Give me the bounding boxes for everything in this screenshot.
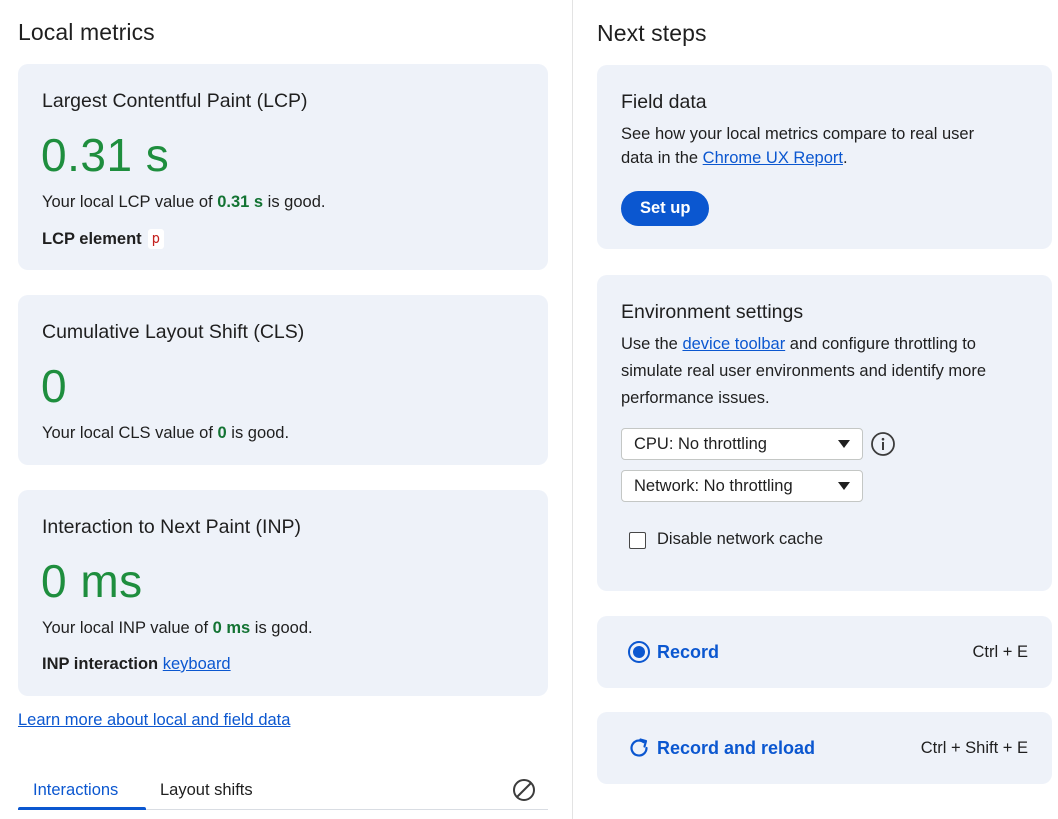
next-steps-title: Next steps bbox=[597, 20, 707, 46]
tab-layout-shifts[interactable]: Layout shifts bbox=[160, 781, 253, 800]
cpu-throttling-select[interactable]: CPU: No throttling bbox=[621, 428, 863, 460]
network-throttling-select[interactable]: Network: No throttling bbox=[621, 470, 863, 502]
clear-icon[interactable] bbox=[512, 778, 536, 802]
cls-card: Cumulative Layout Shift (CLS) 0 Your loc… bbox=[18, 295, 548, 465]
lcp-desc-value: 0.31 s bbox=[217, 193, 264, 211]
record-button[interactable]: Record Ctrl + E bbox=[597, 616, 1052, 688]
lcp-title: Largest Contentful Paint (LCP) bbox=[42, 90, 308, 112]
field-data-card: Field data See how your local metrics co… bbox=[597, 65, 1052, 249]
cpu-throttling-value: CPU: No throttling bbox=[634, 435, 767, 453]
record-icon bbox=[628, 641, 650, 663]
field-data-title: Field data bbox=[621, 91, 707, 113]
lcp-element-tag[interactable]: p bbox=[147, 229, 165, 249]
inp-title: Interaction to Next Paint (INP) bbox=[42, 516, 302, 538]
inp-value: 0 ms bbox=[41, 555, 143, 607]
inp-description: Your local INP value of 0 ms is good. bbox=[42, 619, 313, 637]
disable-cache-label: Disable network cache bbox=[657, 530, 823, 548]
lcp-card: Largest Contentful Paint (LCP) 0.31 s Yo… bbox=[18, 64, 548, 270]
lcp-description: Your local LCP value of 0.31 s is good. bbox=[42, 193, 326, 211]
record-and-reload-label: Record and reload bbox=[657, 738, 816, 758]
chevron-down-icon bbox=[838, 440, 850, 448]
lcp-element-row: LCP element p bbox=[42, 229, 165, 249]
record-and-reload-shortcut: Ctrl + Shift + E bbox=[920, 739, 1028, 757]
disable-cache-checkbox[interactable] bbox=[629, 532, 646, 549]
environment-title: Environment settings bbox=[621, 301, 804, 323]
inp-interaction-label: INP interaction bbox=[42, 655, 159, 673]
inp-desc-value: 0 ms bbox=[212, 619, 251, 637]
environment-settings-card: Environment settings Use the device tool… bbox=[597, 275, 1052, 591]
lcp-value: 0.31 s bbox=[41, 129, 170, 181]
local-metrics-panel: Local metrics Largest Contentful Paint (… bbox=[0, 0, 572, 819]
record-label: Record bbox=[657, 642, 720, 662]
local-metrics-title: Local metrics bbox=[18, 19, 155, 45]
active-tab-indicator bbox=[18, 807, 146, 810]
chrome-ux-report-link[interactable]: Chrome UX Report bbox=[703, 149, 843, 167]
environment-text: Use the device toolbar and configure thr… bbox=[621, 335, 987, 407]
inp-card: Interaction to Next Paint (INP) 0 ms You… bbox=[18, 490, 548, 696]
cls-title: Cumulative Layout Shift (CLS) bbox=[42, 321, 305, 343]
lcp-element-label: LCP element bbox=[42, 230, 142, 248]
record-shortcut: Ctrl + E bbox=[972, 643, 1028, 661]
inp-interaction-link[interactable]: keyboard bbox=[163, 655, 231, 673]
reload-icon bbox=[630, 738, 648, 757]
network-throttling-value: Network: No throttling bbox=[634, 477, 793, 495]
chevron-down-icon bbox=[838, 482, 850, 490]
set-up-button[interactable]: Set up bbox=[621, 191, 710, 226]
record-and-reload-button[interactable]: Record and reload Ctrl + Shift + E bbox=[597, 712, 1052, 784]
info-icon[interactable] bbox=[870, 431, 896, 457]
learn-more-link[interactable]: Learn more about local and field data bbox=[18, 711, 290, 730]
cls-value: 0 bbox=[41, 360, 68, 412]
metrics-tabs: Interactions Layout shifts bbox=[18, 776, 548, 810]
tab-interactions[interactable]: Interactions bbox=[33, 781, 118, 800]
inp-interaction-row: INP interaction keyboard bbox=[42, 655, 231, 674]
device-toolbar-link[interactable]: device toolbar bbox=[682, 335, 785, 353]
cls-description: Your local CLS value of 0 is good. bbox=[42, 424, 290, 442]
field-data-text: See how your local metrics compare to re… bbox=[621, 125, 975, 167]
next-steps-panel: Next steps Field data See how your local… bbox=[573, 0, 1058, 819]
cls-desc-value: 0 bbox=[217, 424, 227, 442]
